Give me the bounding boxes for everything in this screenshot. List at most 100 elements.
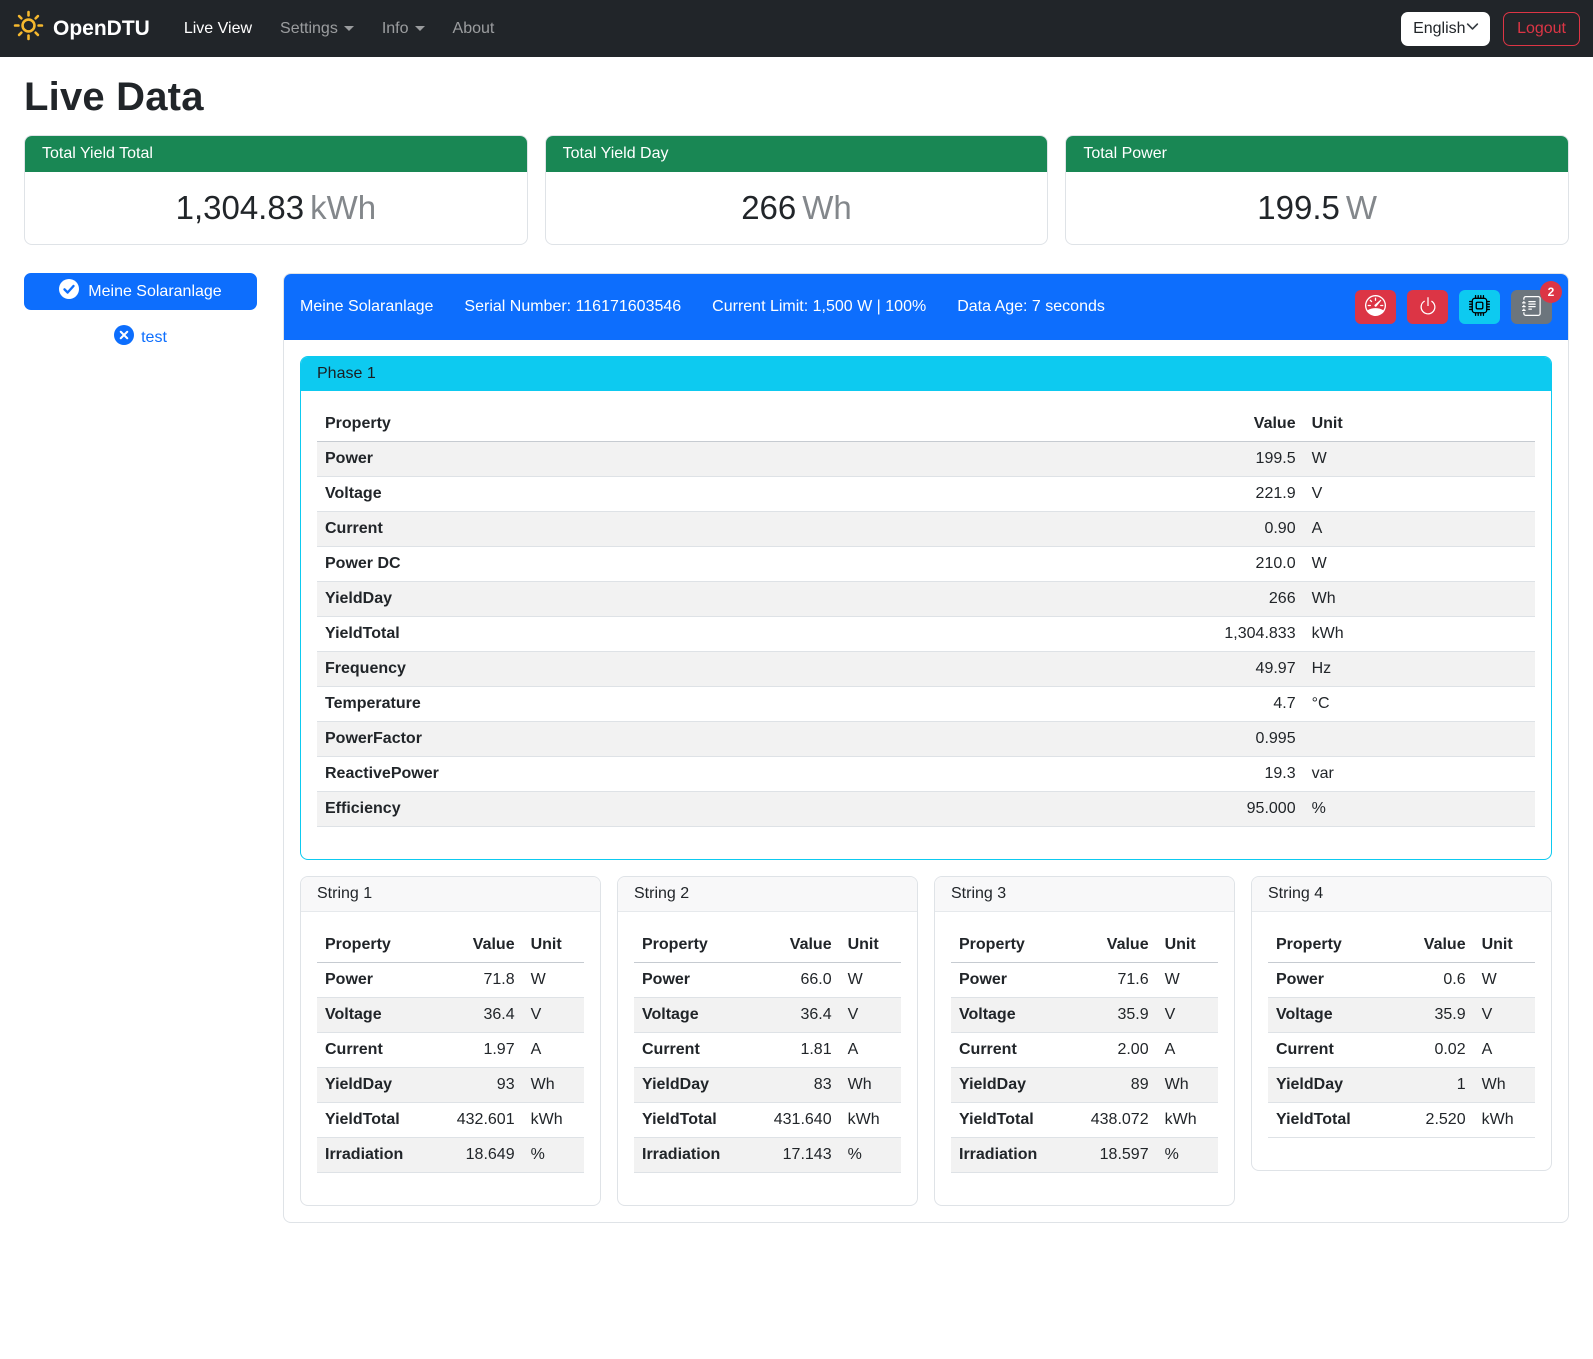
property-cell: PowerFactor: [317, 722, 1133, 757]
table-row: Power71.6W: [951, 963, 1218, 998]
property-cell: YieldTotal: [317, 617, 1133, 652]
table-row: Current0.90A: [317, 512, 1535, 547]
property-column-header: Property: [317, 407, 1133, 442]
card-title: Total Yield Total: [25, 136, 527, 172]
table-row: Voltage35.9V: [951, 998, 1218, 1033]
value-cell: 0.02: [1391, 1033, 1474, 1068]
chevron-down-icon: [415, 26, 425, 31]
value-cell: 1: [1391, 1068, 1474, 1103]
property-cell: YieldDay: [1268, 1068, 1391, 1103]
table-header-row: Property Value Unit: [1268, 928, 1535, 963]
check-circle-icon: [59, 279, 79, 304]
unit-column-header: Unit: [523, 928, 584, 963]
nav-item-live-view[interactable]: Live View: [172, 12, 264, 46]
card-unit: Wh: [802, 189, 852, 226]
brand[interactable]: OpenDTU: [13, 10, 150, 47]
property-cell: Frequency: [317, 652, 1133, 687]
value-cell: 19.3: [1133, 757, 1304, 792]
property-cell: Current: [317, 512, 1133, 547]
table-row: Frequency49.97Hz: [317, 652, 1535, 687]
inverter-actions: 2: [1355, 290, 1552, 324]
string-title: String 4: [1252, 877, 1551, 912]
string-2-table: Property Value Unit Power66.0WVoltage36.…: [634, 928, 901, 1173]
property-cell: Efficiency: [317, 792, 1133, 827]
string-title: String 1: [301, 877, 600, 912]
unit-cell: V: [1157, 998, 1218, 1033]
nav-item-info[interactable]: Info: [370, 12, 437, 46]
property-cell: Irradiation: [951, 1138, 1074, 1173]
logout-button[interactable]: Logout: [1503, 12, 1580, 46]
table-row: Efficiency95.000%: [317, 792, 1535, 827]
property-cell: Power: [951, 963, 1074, 998]
value-cell: 221.9: [1133, 477, 1304, 512]
unit-cell: kWh: [523, 1103, 584, 1138]
inverter-selector-test[interactable]: test: [24, 325, 257, 350]
table-row: Voltage221.9V: [317, 477, 1535, 512]
inverter-selector-label: Meine Solaranlage: [88, 283, 221, 301]
table-row: YieldTotal432.601kWh: [317, 1103, 584, 1138]
event-log-button[interactable]: 2: [1511, 290, 1552, 324]
cpu-icon: [1469, 295, 1490, 319]
string-4-table: Property Value Unit Power0.6WVoltage35.9…: [1268, 928, 1535, 1138]
unit-cell: Wh: [840, 1068, 901, 1103]
card-title: Total Power: [1066, 136, 1568, 172]
language-select[interactable]: English: [1401, 12, 1490, 46]
value-cell: 438.072: [1074, 1103, 1157, 1138]
device-info-button[interactable]: [1459, 290, 1500, 324]
property-column-header: Property: [1268, 928, 1391, 963]
unit-cell: W: [1474, 963, 1535, 998]
table-row: PowerFactor0.995: [317, 722, 1535, 757]
unit-cell: A: [840, 1033, 901, 1068]
unit-cell: A: [523, 1033, 584, 1068]
value-cell: 35.9: [1391, 998, 1474, 1033]
value-column-header: Value: [1391, 928, 1474, 963]
unit-cell: W: [1304, 442, 1535, 477]
value-cell: 0.6: [1391, 963, 1474, 998]
unit-cell: A: [1474, 1033, 1535, 1068]
phase-title: Phase 1: [301, 357, 1551, 391]
value-cell: 4.7: [1133, 687, 1304, 722]
table-row: Current1.97A: [317, 1033, 584, 1068]
value-cell: 432.601: [440, 1103, 523, 1138]
unit-cell: Hz: [1304, 652, 1535, 687]
property-cell: Voltage: [951, 998, 1074, 1033]
brand-label: OpenDTU: [53, 17, 150, 41]
unit-column-header: Unit: [1474, 928, 1535, 963]
unit-cell: W: [1304, 547, 1535, 582]
table-header-row: Property Value Unit: [634, 928, 901, 963]
value-cell: 36.4: [757, 998, 840, 1033]
property-cell: YieldTotal: [317, 1103, 440, 1138]
unit-cell: var: [1304, 757, 1535, 792]
value-cell: 0.90: [1133, 512, 1304, 547]
property-column-header: Property: [634, 928, 757, 963]
nav-item-about[interactable]: About: [441, 12, 507, 46]
total-power-card: Total Power 199.5W: [1065, 135, 1569, 245]
inverter-sidebar: Meine Solaranlage test: [24, 273, 257, 350]
value-cell: 2.520: [1391, 1103, 1474, 1138]
property-cell: YieldDay: [951, 1068, 1074, 1103]
event-count-badge: 2: [1540, 281, 1562, 303]
property-cell: Voltage: [317, 998, 440, 1033]
value-cell: 95.000: [1133, 792, 1304, 827]
string-4-card: String 4 Property Value Unit: [1251, 876, 1552, 1171]
property-cell: Power: [317, 963, 440, 998]
nav-item-settings[interactable]: Settings: [268, 12, 366, 46]
value-cell: 18.649: [440, 1138, 523, 1173]
table-row: YieldTotal1,304.833kWh: [317, 617, 1535, 652]
limit-settings-button[interactable]: [1355, 290, 1396, 324]
inverter-data-age: Data Age: 7 seconds: [957, 298, 1105, 316]
string-3-card: String 3 Property Value Unit: [934, 876, 1235, 1206]
property-cell: Voltage: [1268, 998, 1391, 1033]
inverter-selector-active[interactable]: Meine Solaranlage: [24, 273, 257, 310]
property-cell: YieldTotal: [1268, 1103, 1391, 1138]
sun-logo-icon: [13, 10, 44, 47]
power-control-button[interactable]: [1407, 290, 1448, 324]
value-cell: 17.143: [757, 1138, 840, 1173]
speedometer-icon: [1365, 295, 1386, 319]
x-circle-icon: [114, 325, 134, 350]
unit-cell: kWh: [1304, 617, 1535, 652]
unit-cell: %: [1304, 792, 1535, 827]
page-title: Live Data: [24, 75, 1569, 120]
value-cell: 266: [1133, 582, 1304, 617]
table-row: Power71.8W: [317, 963, 584, 998]
